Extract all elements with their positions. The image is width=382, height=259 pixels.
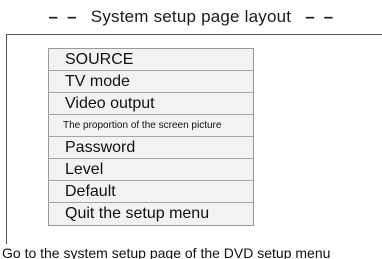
- setup-page: – – System setup page layout – – SOURCE …: [0, 0, 382, 259]
- title-dash-left: – –: [48, 6, 77, 26]
- menu-item-quit-setup[interactable]: Quit the setup menu: [49, 203, 253, 225]
- menu-item-video-output[interactable]: Video output: [49, 93, 253, 115]
- page-caption: Go to the system setup page of the DVD s…: [2, 245, 331, 259]
- menu-item-source[interactable]: SOURCE: [49, 49, 253, 71]
- menu-item-default[interactable]: Default: [49, 181, 253, 203]
- setup-menu: SOURCE TV mode Video output The proporti…: [48, 48, 254, 226]
- page-title-bar: – – System setup page layout – –: [0, 0, 382, 33]
- menu-item-tv-mode[interactable]: TV mode: [49, 71, 253, 93]
- menu-item-screen-proportion[interactable]: The proportion of the screen picture: [49, 115, 253, 137]
- page-title: System setup page layout: [90, 6, 292, 26]
- menu-item-password[interactable]: Password: [49, 137, 253, 159]
- title-dash-right: – –: [305, 6, 334, 26]
- menu-item-level[interactable]: Level: [49, 159, 253, 181]
